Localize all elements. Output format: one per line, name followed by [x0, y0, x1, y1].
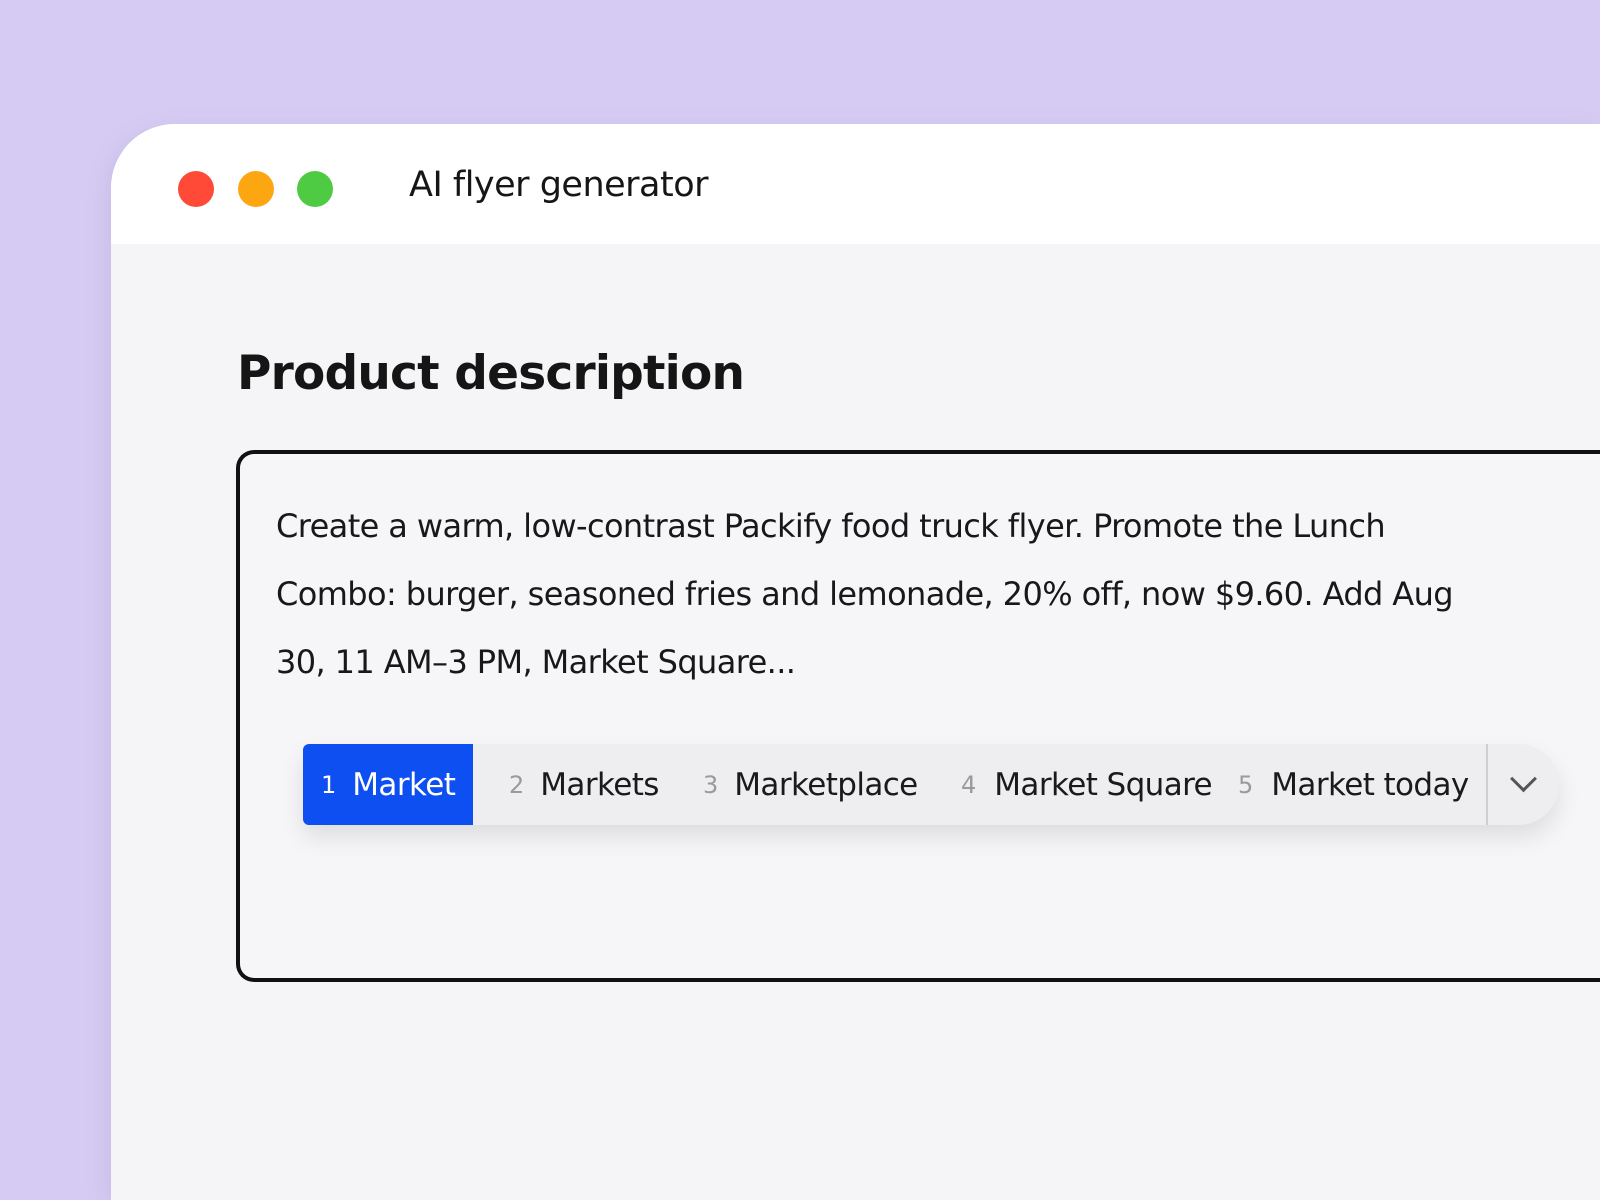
window-title: AI flyer generator	[409, 165, 709, 205]
suggestion-number: 1	[321, 770, 337, 799]
close-window-button[interactable]	[178, 171, 214, 207]
chevron-down-icon	[1510, 765, 1537, 793]
suggestion-item-marketplace[interactable]: 3 Marketplace	[703, 744, 961, 825]
product-description-text[interactable]: Create a warm, low-contrast Packify food…	[276, 492, 1476, 696]
suggestion-label: Marketplace	[734, 766, 918, 803]
app-window: AI flyer generator Product description C…	[111, 124, 1600, 1200]
suggestion-label: Market today	[1271, 766, 1469, 803]
product-description-field[interactable]: Create a warm, low-contrast Packify food…	[236, 450, 1600, 982]
suggestion-number: 2	[509, 770, 525, 799]
suggestion-label: Markets	[540, 766, 659, 803]
suggestion-label: Market Square	[994, 766, 1213, 803]
suggestion-item-markets[interactable]: 2 Markets	[473, 744, 703, 825]
title-bar: AI flyer generator	[111, 124, 1600, 244]
more-suggestions-button[interactable]	[1488, 744, 1559, 825]
suggestion-number: 5	[1238, 770, 1254, 799]
suggestion-item-market-square[interactable]: 4 Market Square	[961, 744, 1238, 825]
maximize-window-button[interactable]	[297, 171, 333, 207]
page-title: Product description	[237, 346, 745, 401]
autocomplete-suggestion-bar: 1 Market 2 Markets 3 Marketplace 4 Marke…	[303, 744, 1559, 825]
suggestion-item-market[interactable]: 1 Market	[303, 744, 473, 825]
suggestion-number: 4	[961, 770, 977, 799]
suggestion-number: 3	[703, 770, 719, 799]
minimize-window-button[interactable]	[238, 171, 274, 207]
suggestion-label: Market	[352, 766, 456, 803]
suggestion-item-market-today[interactable]: 5 Market today	[1238, 744, 1486, 825]
